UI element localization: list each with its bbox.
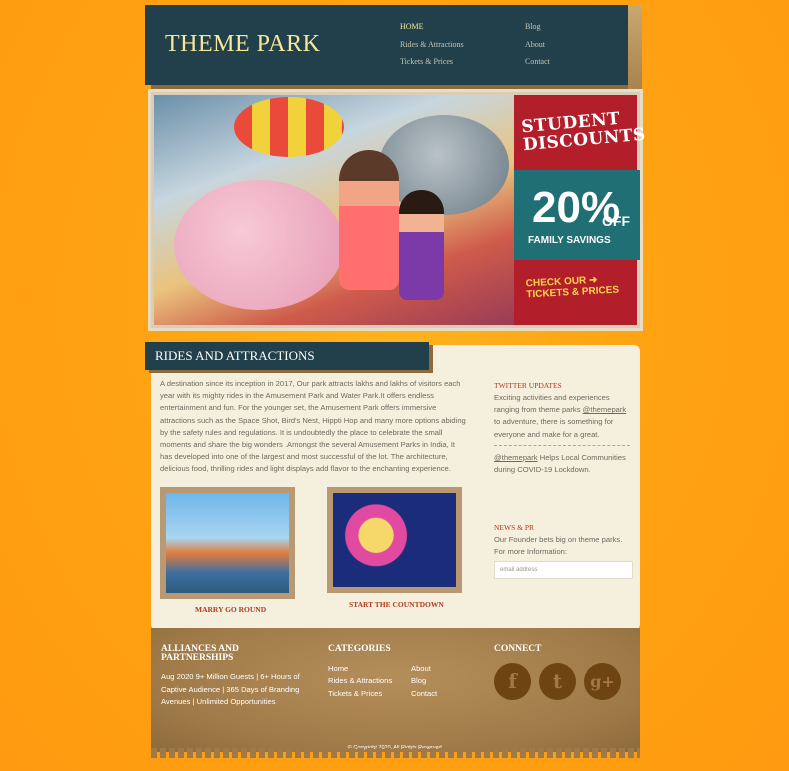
connect-title: CONNECT — [494, 644, 542, 654]
promo-headline: STUDENT DISCOUNTS — [521, 108, 647, 155]
site-header: THEME PARK HOME Rides & Attractions Tick… — [145, 5, 642, 91]
promo-cta[interactable]: CHECK OUR ➜ TICKETS & PRICES — [525, 274, 619, 301]
alliances-title: ALLIANCES AND PARTNERSHIPS — [161, 644, 239, 663]
section-title: RIDES AND ATTRACTIONS — [155, 348, 315, 363]
nav-about[interactable]: About — [525, 40, 545, 49]
twitter-title: TWITTER UPDATES — [494, 381, 562, 390]
facebook-icon[interactable]: f — [494, 663, 531, 700]
news-title: NEWS & PR — [494, 523, 535, 532]
page-wrapper: THEME PARK HOME Rides & Attractions Tick… — [145, 0, 647, 771]
carousel-image — [166, 493, 289, 593]
alliances-text: Aug 2020 9+ Million Guests | 6+ Hours of… — [161, 672, 300, 706]
section-title-bar: RIDES AND ATTRACTIONS — [145, 342, 429, 370]
site-logo[interactable]: THEME PARK — [165, 31, 320, 58]
balloon-shape — [234, 97, 344, 157]
twitter-icon[interactable]: t — [539, 663, 576, 700]
categories-title: CATEGORIES — [328, 644, 391, 654]
footer-link-home[interactable]: Home — [328, 664, 348, 673]
footer-link-rides[interactable]: Rides & Attractions — [328, 676, 392, 685]
hero-photo — [154, 95, 514, 325]
intro-paragraph: A destination since its inception in 201… — [160, 379, 466, 474]
news-text: Our Founder bets big on theme parks. For… — [494, 535, 623, 557]
footer-link-tickets[interactable]: Tickets & Prices — [328, 689, 382, 698]
tweet-1: Exciting activities and experiences rang… — [494, 392, 634, 441]
hero-banner: STUDENT DISCOUNTS 20% OFF FAMILY SAVINGS… — [151, 92, 647, 328]
student-discount-promo[interactable]: STUDENT DISCOUNTS 20% OFF FAMILY SAVINGS… — [514, 95, 647, 325]
nav-home[interactable]: HOME — [400, 22, 424, 31]
alliances-title-line2: PARTNERSHIPS — [161, 653, 234, 663]
arrow-right-icon: ➜ — [588, 274, 598, 287]
promo-family: FAMILY SAVINGS — [528, 235, 611, 246]
divider — [494, 445, 630, 446]
nav-tickets[interactable]: Tickets & Prices — [400, 57, 453, 66]
nav-contact[interactable]: Contact — [525, 57, 550, 66]
tweet-1-text-b: to adventure, there is something for eve… — [494, 417, 614, 439]
email-input[interactable]: email address — [494, 561, 633, 579]
footer-link-about[interactable]: About — [411, 664, 431, 673]
footer-link-contact[interactable]: Contact — [411, 689, 437, 698]
nav-blog[interactable]: Blog — [525, 22, 541, 31]
pink-elephant-shape — [174, 180, 344, 310]
mother-shape — [339, 150, 399, 290]
thumb-merry-go-round[interactable] — [160, 487, 295, 599]
thumb-caption-2[interactable]: START THE COUNTDOWN — [349, 600, 444, 609]
tweet-2: @themepark Helps Local Communities durin… — [494, 452, 634, 476]
tweet-1-handle[interactable]: @themepark — [583, 405, 627, 414]
footer-link-blog[interactable]: Blog — [411, 676, 426, 685]
google-plus-icon[interactable]: g+ — [584, 663, 621, 700]
copyright: © Copyright 2020. All Rights Reserved. — [347, 745, 444, 751]
ferris-wheel-image — [333, 493, 456, 587]
thumb-caption-1[interactable]: MARRY GO ROUND — [195, 605, 266, 614]
tweet-2-handle[interactable]: @themepark — [494, 453, 538, 462]
thumb-countdown[interactable] — [327, 487, 462, 593]
nav-rides[interactable]: Rides & Attractions — [400, 40, 464, 49]
content-card: RIDES AND ATTRACTIONS A destination sinc… — [145, 342, 640, 630]
child-shape — [399, 190, 444, 300]
site-footer: ALLIANCES AND PARTNERSHIPS Aug 2020 9+ M… — [151, 628, 640, 758]
promo-off: OFF — [602, 213, 630, 229]
